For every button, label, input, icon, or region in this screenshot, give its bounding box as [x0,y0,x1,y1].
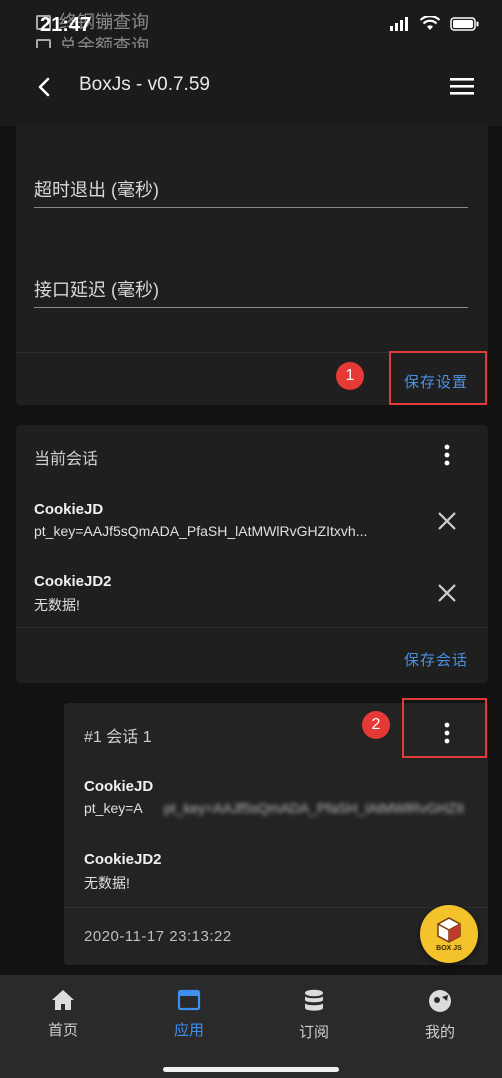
wifi-icon [420,16,440,30]
status-bar: 终钢镚查询 总余额查询 21:47 [0,0,502,56]
boxjs-logo-icon [437,917,461,943]
session-item-value: 无数据! [84,875,130,891]
app-bar: BoxJs - v0.7.59 [0,48,502,126]
signal-icon [390,16,408,31]
current-session-card: 当前会话 CookieJD pt_key=AAJf5sQmADA_PfaSH_l… [16,425,488,683]
home-indicator [163,1067,339,1072]
menu-icon[interactable] [450,76,474,96]
close-icon[interactable] [436,582,458,604]
back-icon[interactable] [32,74,58,100]
status-icons [390,16,480,31]
save-settings-button[interactable]: 保存设置 [404,371,468,392]
session-item-key: CookieJD [34,501,104,518]
session-item-value: 无数据! [34,597,80,613]
battery-icon [450,16,479,31]
database-icon [305,989,323,1011]
session-item-value: pt_key=AAJf5sQmADA_PfaSH_lAtMWlRvGHZItxv… [34,523,368,539]
current-session-title: 当前会话 [34,451,99,468]
delay-label: 接口延迟 (毫秒) [34,280,159,300]
session-date: 2020-11-17 23:13:22 [84,928,232,945]
nav-item-home[interactable]: 首页 [23,989,103,1040]
delay-field[interactable]: 接口延迟 (毫秒) [34,272,468,308]
session-item-key: CookieJD2 [34,573,112,590]
nav-label-profile: 我的 [424,1024,455,1041]
annotation-badge-2: 2 [362,711,390,739]
divider [16,627,488,628]
nav-item-profile[interactable]: 我的 [400,989,480,1042]
session-item-value-visible: pt_key=A [84,800,143,816]
close-icon[interactable] [436,510,458,532]
nav-item-subscriptions[interactable]: 订阅 [274,989,354,1042]
boxjs-fab[interactable]: BOX JS [420,905,478,963]
settings-card: 超时退出 (毫秒) 接口延迟 (毫秒) 1 保存设置 [16,110,488,405]
home-icon [52,990,74,1010]
nav-item-apps[interactable]: 应用 [149,989,229,1040]
save-session-button[interactable]: 保存会话 [404,649,468,670]
app-title: BoxJs - v0.7.59 [79,74,210,95]
session-item-key: CookieJD2 [84,851,162,868]
timeout-label: 超时退出 (毫秒) [34,180,159,200]
bottom-nav: 首页 应用 订阅 我的 [0,975,502,1078]
annotation-badge-1: 1 [336,362,364,390]
fab-label: BOX JS [436,945,462,952]
session-item-key: CookieJD [84,778,154,795]
nav-label-apps: 应用 [173,1022,204,1039]
more-options-icon[interactable] [435,721,459,745]
nav-label-home: 首页 [47,1022,78,1039]
more-options-icon[interactable] [435,443,459,467]
session-1-title: #1 会话 1 [84,729,152,746]
app-window-icon [177,989,201,1011]
status-time: 21:47 [40,14,92,36]
profile-icon [429,990,451,1012]
nav-label-subscriptions: 订阅 [298,1024,329,1041]
session-item-value-blurred: pt_key=AAJf5sQmADA_PfaSH_lAtMWlRvGHZItxv… [164,800,464,816]
timeout-field[interactable]: 超时退出 (毫秒) [34,172,468,208]
